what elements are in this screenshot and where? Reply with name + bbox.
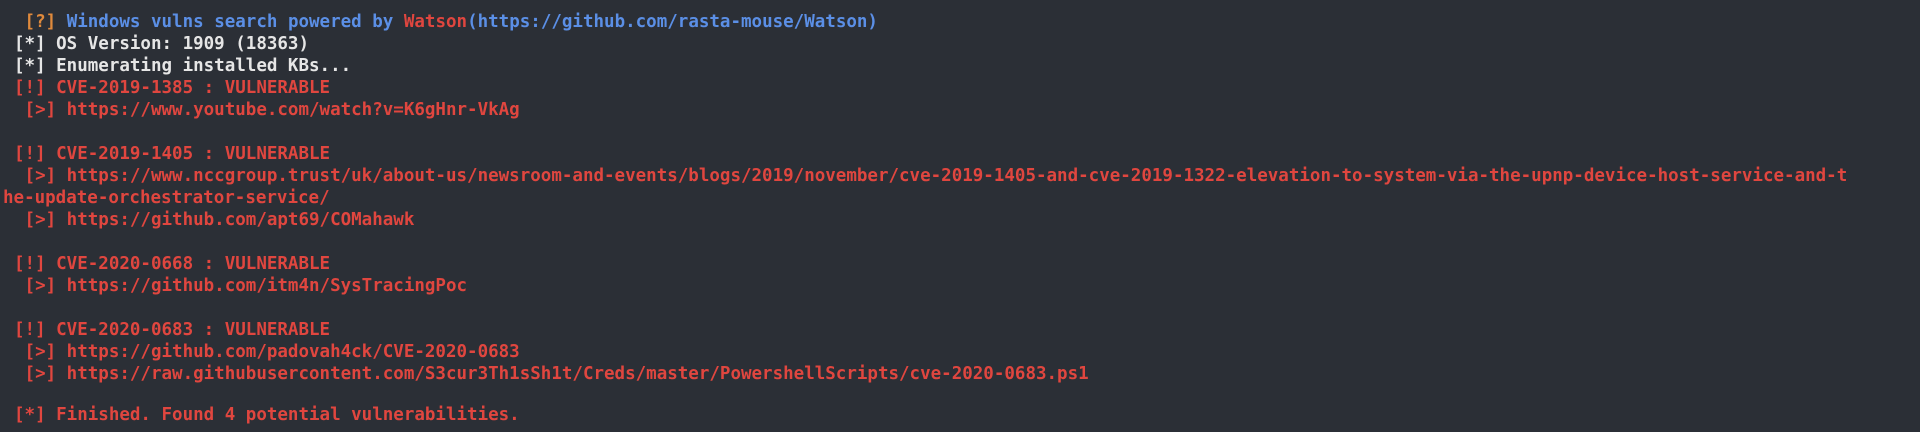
- cve-2020-0668-title: [!] CVE-2020-0668 : VULNERABLE: [14, 254, 331, 274]
- cve-2020-0683-link-powershell[interactable]: [>] https://raw.githubusercontent.com/S3…: [14, 363, 1089, 385]
- cve-2019-1405-link-nccgroup-wrap[interactable]: he-update-orchestrator-service/: [3, 187, 330, 209]
- cve-2019-1405-link-comahawk[interactable]: [>] https://github.com/apt69/COMahawk: [14, 209, 415, 231]
- cve-2019-1385-link[interactable]: [>] https://www.youtube.com/watch?v=K6gH…: [14, 99, 520, 121]
- enumerating-kbs-line: [*] Enumerating installed KBs...: [14, 56, 352, 76]
- cve-2019-1405-title: [!] CVE-2019-1405 : VULNERABLE: [14, 144, 331, 164]
- cve-2019-1385-title: [!] CVE-2019-1385 : VULNERABLE: [14, 78, 331, 98]
- header-text: Windows vulns search powered by: [66, 12, 404, 32]
- watson-name: Watson: [403, 12, 468, 32]
- os-version-line: [*] OS Version: 1909 (18363): [14, 34, 310, 54]
- header-prefix: [?]: [14, 12, 67, 32]
- cve-2019-1405-link-nccgroup[interactable]: [>] https://www.nccgroup.trust/uk/about-…: [14, 165, 1848, 187]
- cve-2020-0683-link-padovah4ck[interactable]: [>] https://github.com/padovah4ck/CVE-20…: [14, 341, 520, 363]
- watson-repo-link[interactable]: (https://github.com/rasta-mouse/Watson): [467, 12, 878, 32]
- watson-header: [?] Windows vulns search powered by Wats…: [14, 11, 878, 33]
- cve-2020-0683-title: [!] CVE-2020-0683 : VULNERABLE: [14, 320, 331, 340]
- cve-2020-0668-link[interactable]: [>] https://github.com/itm4n/SysTracingP…: [14, 275, 468, 297]
- finished-summary-line: [*] Finished. Found 4 potential vulnerab…: [14, 405, 520, 425]
- terminal-window: [?] Windows vulns search powered by Wats…: [0, 0, 1920, 432]
